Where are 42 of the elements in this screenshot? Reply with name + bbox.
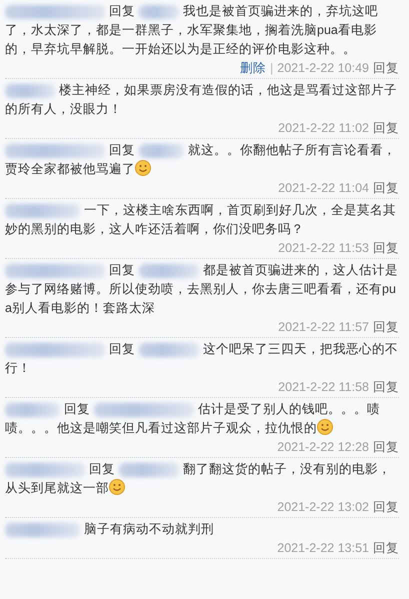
- comment-time: 2021-2-22 11:58: [278, 379, 369, 396]
- reply-link[interactable]: 回复: [373, 179, 399, 197]
- reply-link[interactable]: 回复: [373, 438, 399, 456]
- comment-time: 2021-2-22 11:04: [278, 180, 369, 197]
- reply-label: 回复: [109, 143, 135, 157]
- comment-time: 2021-2-22 11:53: [278, 240, 369, 257]
- reply-label: 回复: [109, 342, 135, 356]
- blurred-username: [139, 4, 179, 19]
- reply-link[interactable]: 回复: [373, 318, 399, 336]
- comment-text: 楼主神经，如果票房没有造假的话，他这是骂看过这部片子的所有人，没眼力！: [5, 82, 398, 118]
- comment-text: 回复 都是被首页骗进来的，这人估计是参与了网络赌博。所以使劲喷，去黑别人，你去唐三吧看看，还有pua别人看电影的！套路太深: [5, 262, 399, 317]
- comment-text: 回复 我也是被首页骗进来的，弃坑这吧了，水太深了，都是一群黑子，水军聚集地，搁着洗脑pua看电影的，早弃坑早解脱。一开始还以为是正经的评价电影这种。。: [5, 3, 379, 58]
- blurred-username: [139, 342, 199, 357]
- comment-text: 回复 就这。。你翻他帖子所有言论看看，贾玲全家都被他骂遍了: [5, 142, 397, 178]
- blurred-username: [5, 84, 55, 98]
- comment-text: 回复 翻了翻这货的帖子，没有别的电影，从头到尾就这一部: [5, 461, 392, 497]
- blurred-username: [139, 144, 184, 158]
- reply-label: 回复: [109, 4, 135, 18]
- reply-label: 回复: [64, 402, 90, 416]
- comment-text: 回复 这个吧呆了三四天，把我恶心的不行！: [5, 341, 399, 377]
- comment-time: 2021-2-22 13:02: [277, 499, 369, 516]
- blurred-username: [5, 402, 60, 417]
- comment-time: 2021-2-22 11:57: [278, 319, 369, 336]
- comment-time: 2021-2-22 10:49: [277, 60, 369, 77]
- reply-link[interactable]: 回复: [373, 239, 399, 257]
- reply-label: 回复: [89, 462, 115, 476]
- delete-link[interactable]: 删除: [240, 59, 266, 77]
- comment-time: 2021-2-22 12:28: [277, 439, 369, 456]
- reply-label: 回复: [109, 263, 135, 277]
- separator: |: [270, 60, 274, 77]
- comment-text: 回复 估计是受了别人的钱吧。。。啧啧。。。他这是嘲笑但凡看过这部片子观众，拉仇恨的: [5, 401, 381, 437]
- comment-text: 一下，这楼主啥东西啊，首页刷到好几次，全是莫名其妙的黑别的电影，这人咋还活着啊，你们没吧务吗？: [5, 202, 397, 238]
- reply-link[interactable]: 回复: [373, 498, 399, 516]
- reply-link[interactable]: 回复: [373, 539, 399, 557]
- blurred-username: [139, 264, 199, 278]
- blurred-username: [119, 462, 179, 477]
- comment-time: 2021-2-22 11:02: [278, 120, 369, 137]
- reply-link[interactable]: 回复: [373, 378, 399, 396]
- reply-link[interactable]: 回复: [373, 59, 399, 77]
- comment-text: 脑子有病动不动就判刑: [5, 520, 399, 539]
- comment-time: 2021-2-22 13:51: [277, 540, 369, 557]
- reply-link[interactable]: 回复: [373, 119, 399, 137]
